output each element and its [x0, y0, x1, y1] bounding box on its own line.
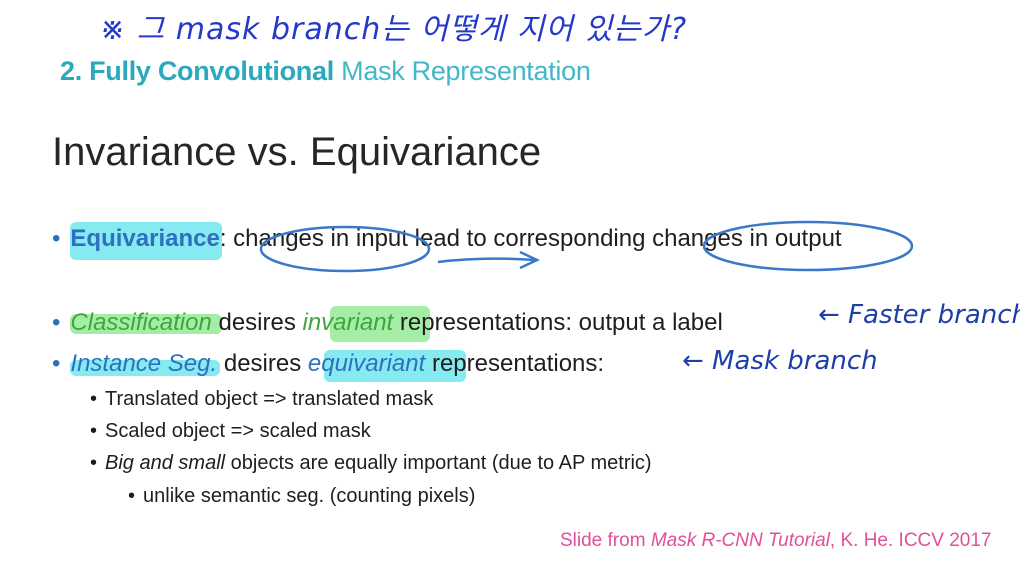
ink-arrow-line [437, 257, 536, 264]
ink-annotations [259, 220, 914, 273]
ink-circle-input [259, 225, 431, 273]
ink-circle-output [702, 220, 914, 272]
